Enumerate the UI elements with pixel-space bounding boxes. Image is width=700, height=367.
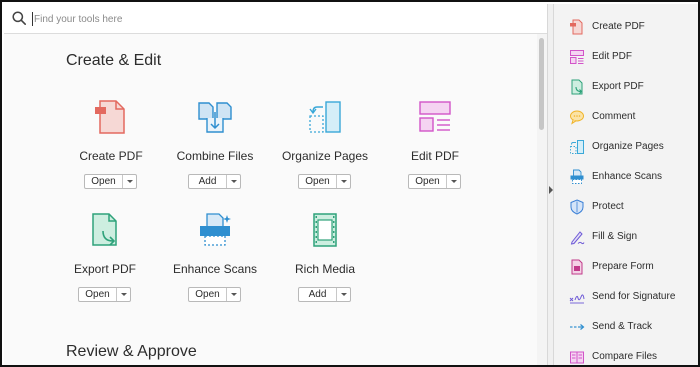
enhance-scans-icon	[570, 169, 584, 184]
open-button[interactable]: Open	[78, 287, 131, 302]
panel-item-export-pdf[interactable]: Export PDF	[554, 74, 698, 100]
panel-item-comment[interactable]: Comment	[554, 104, 698, 130]
rich-media-icon	[313, 213, 337, 247]
organize-pages-icon	[570, 140, 584, 154]
add-button[interactable]: Add	[298, 287, 351, 302]
panel-item-prepare-form[interactable]: Prepare Form	[554, 254, 698, 280]
protect-icon	[570, 199, 584, 215]
create-pdf-icon	[570, 19, 583, 35]
send-track-icon	[570, 324, 585, 330]
search-icon	[12, 11, 26, 25]
section-title-create-edit: Create & Edit	[66, 52, 162, 69]
combine-files-icon	[198, 102, 232, 133]
tool-label: Create PDF	[79, 149, 143, 163]
tool-label: Edit PDF	[410, 149, 459, 163]
prepare-form-icon	[571, 259, 583, 275]
tools-center-pane: Create & Edit Create PDF Open Combine Fi…	[4, 4, 547, 365]
chevron-down-icon[interactable]	[226, 175, 240, 188]
panel-item-create-pdf[interactable]: Create PDF	[554, 14, 698, 40]
panel-item-send-for-signature[interactable]: Send for Signature	[554, 284, 698, 310]
chevron-down-icon[interactable]	[122, 175, 136, 188]
enhance-scans-icon	[200, 213, 231, 246]
right-tools-panel: Create PDF Edit PDF Export PDF Comment O…	[554, 4, 698, 365]
tool-label: Rich Media	[294, 262, 356, 276]
tool-label: Enhance Scans	[172, 262, 258, 276]
create-pdf-icon	[95, 100, 125, 134]
app-window: Create & Edit Create PDF Open Combine Fi…	[0, 0, 700, 367]
open-button[interactable]: Open	[298, 174, 351, 189]
export-pdf-icon	[571, 79, 583, 95]
add-button[interactable]: Add	[188, 174, 241, 189]
export-pdf-icon	[92, 213, 117, 246]
tool-label: Export PDF	[73, 262, 136, 276]
text-cursor	[32, 12, 33, 26]
section-title-review-approve: Review & Approve	[66, 343, 197, 360]
chevron-down-icon[interactable]	[336, 175, 350, 188]
tool-label: Organize Pages	[281, 149, 369, 163]
edit-pdf-icon	[419, 101, 451, 132]
fill-sign-icon	[570, 231, 585, 245]
open-button[interactable]: Open	[408, 174, 461, 189]
comment-icon	[570, 110, 584, 125]
chevron-down-icon[interactable]	[446, 175, 460, 188]
open-button[interactable]: Open	[84, 174, 137, 189]
scrollbar-thumb[interactable]	[539, 38, 544, 130]
send-for-signature-icon	[569, 294, 585, 304]
tool-label: Combine Files	[176, 149, 254, 163]
panel-item-organize-pages[interactable]: Organize Pages	[554, 134, 698, 160]
search-input[interactable]	[34, 9, 514, 29]
panel-item-fill-sign[interactable]: Fill & Sign	[554, 224, 698, 250]
organize-pages-icon	[309, 101, 341, 133]
panel-item-compare-files[interactable]: Compare Files	[554, 344, 698, 365]
search-bar	[4, 4, 547, 34]
compare-files-icon	[570, 351, 584, 364]
open-button[interactable]: Open	[188, 287, 241, 302]
panel-item-protect[interactable]: Protect	[554, 194, 698, 220]
edit-pdf-icon	[570, 50, 584, 64]
chevron-down-icon[interactable]	[116, 288, 130, 301]
collapse-panel-icon[interactable]	[547, 184, 554, 196]
panel-item-edit-pdf[interactable]: Edit PDF	[554, 44, 698, 70]
panel-item-enhance-scans[interactable]: Enhance Scans	[554, 164, 698, 190]
chevron-down-icon[interactable]	[226, 288, 240, 301]
panel-item-send-track[interactable]: Send & Track	[554, 314, 698, 340]
chevron-down-icon[interactable]	[336, 288, 350, 301]
